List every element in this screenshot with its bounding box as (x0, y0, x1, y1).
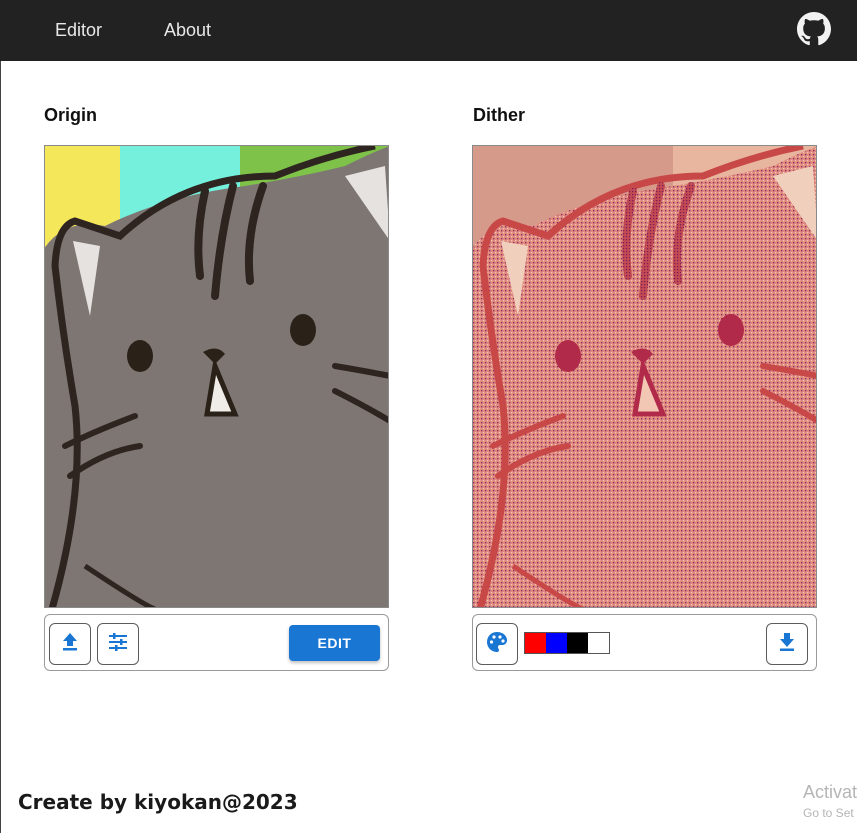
upload-button[interactable] (49, 623, 91, 665)
activation-watermark-title: Activat (803, 782, 857, 802)
swatch-white (588, 633, 609, 653)
dither-toolbar (472, 614, 817, 671)
palette-icon (486, 631, 508, 658)
palette-swatches[interactable] (524, 632, 610, 654)
window-edge (0, 61, 1, 833)
dither-image (472, 145, 817, 608)
tune-icon (108, 632, 128, 656)
edit-button[interactable]: EDIT (289, 625, 380, 661)
github-icon[interactable] (797, 12, 831, 46)
upload-icon (61, 632, 79, 657)
origin-title: Origin (44, 105, 97, 125)
swatch-black (567, 633, 588, 653)
adjust-settings-button[interactable] (97, 623, 139, 665)
origin-image (44, 145, 389, 608)
palette-button[interactable] (476, 623, 518, 665)
nav-about-link[interactable]: About (164, 20, 211, 41)
dither-title: Dither (473, 105, 526, 125)
swatch-blue (546, 633, 567, 653)
download-button[interactable] (766, 623, 808, 665)
top-nav-bar: Editor About (0, 0, 857, 61)
origin-toolbar: EDIT (44, 614, 389, 671)
footer-credit: Create by kiyokan@2023 (18, 790, 298, 814)
download-icon (778, 632, 796, 657)
nav-editor-link[interactable]: Editor (55, 20, 102, 41)
swatch-red (525, 633, 546, 653)
activation-watermark-subtitle: Go to Set (803, 806, 854, 820)
